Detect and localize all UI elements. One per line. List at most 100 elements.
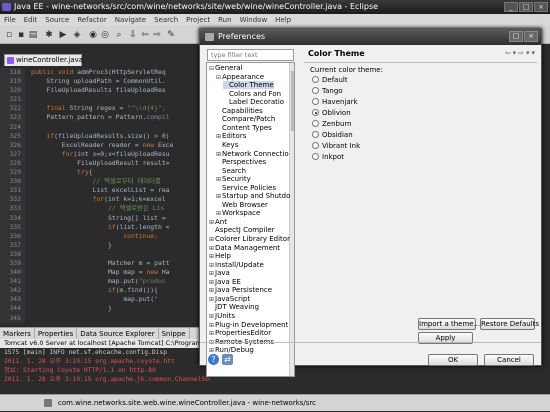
tree-item[interactable]: ⊞Java Persistence [209, 286, 272, 294]
tree-scrollbar[interactable] [289, 63, 294, 376]
code-line[interactable]: 323 Pattern pattern = Pattern.compil [0, 113, 210, 123]
code-line[interactable]: 327 for(int x=0;x<fileUploadResu [0, 149, 210, 159]
code-line[interactable]: 329 try{ [0, 168, 210, 178]
pin-icon[interactable]: ✎ [166, 30, 176, 40]
forward-icon[interactable]: ⇨ [152, 30, 162, 40]
code-editor[interactable]: 318 public void admProc3(HttpServletReq 31… [0, 68, 210, 327]
code-line[interactable]: 344 } [0, 304, 210, 314]
dialog-maximize-button[interactable]: □ [509, 31, 523, 42]
menu-help[interactable]: Help [271, 14, 295, 26]
code-line[interactable]: 326 ExcelReader reader = new Exce [0, 140, 210, 150]
code-line[interactable]: 318 public void admProc3(HttpServletReq [0, 68, 210, 78]
tree-item[interactable]: ⊞Help [209, 252, 231, 260]
minimize-button[interactable]: _ [504, 2, 518, 12]
tree-item[interactable]: Keys [216, 141, 238, 149]
theme-radio[interactable]: Havenjark [312, 98, 358, 107]
tree-item[interactable]: ⊞Workspace [216, 209, 260, 217]
menu-edit[interactable]: Edit [20, 14, 42, 26]
tree-item[interactable]: ⊞Install/Update [209, 261, 264, 269]
tree-item[interactable]: ⊞Data Management [209, 244, 280, 252]
tree-item[interactable]: ⊞Editors [216, 132, 246, 140]
code-line[interactable]: 325 if(fileUploadResults.size() > 0) [0, 131, 210, 141]
tree-item[interactable]: ⊞Startup and Shutdo [216, 192, 290, 200]
tree-item[interactable]: Label Decoratio [223, 98, 284, 106]
code-line[interactable]: 321 [0, 95, 210, 105]
code-line[interactable]: 342 if(m.find()){ [0, 286, 210, 296]
code-line[interactable]: 343 map.put(" [0, 295, 210, 305]
code-line[interactable]: 320 FileUploadResults fileUploadRes [0, 86, 210, 96]
next-annotation-icon[interactable]: ⇩ [128, 30, 138, 40]
view-menu-icon[interactable]: ▾ [531, 49, 535, 57]
tree-item[interactable]: ⊞PropertiesEditor [209, 329, 271, 337]
editor-tab[interactable]: wineController.java [4, 54, 83, 66]
code-line[interactable]: 335 if(list.length < [0, 222, 210, 232]
scrollbar-thumb[interactable] [291, 71, 294, 131]
tree-item[interactable]: Content Types [216, 124, 272, 132]
radio-button-icon[interactable] [312, 142, 319, 149]
radio-button-icon[interactable] [312, 98, 319, 105]
import-theme-button[interactable]: Import a theme... [418, 318, 480, 330]
tab-markers[interactable]: Markers [0, 328, 35, 339]
menu-project[interactable]: Project [182, 14, 214, 26]
back-arrow-icon[interactable]: ⇦ [505, 49, 511, 57]
menu-search[interactable]: Search [150, 14, 182, 26]
tree-item[interactable]: JDT Weaving [209, 303, 259, 311]
theme-radio[interactable]: Vibrant Ink [312, 142, 360, 151]
console-output[interactable]: 1575 [main] INFO net.sf.ehcache.config.D… [0, 348, 210, 394]
import-export-icon[interactable]: ⇄ [222, 354, 233, 365]
radio-button-icon[interactable] [312, 131, 319, 138]
cancel-button[interactable]: Cancel [484, 354, 534, 366]
tree-item[interactable]: Colors and Fon [223, 90, 281, 98]
code-line[interactable]: 340 Map map = new Ha [0, 268, 210, 278]
code-line[interactable]: 324 [0, 122, 210, 132]
tree-item[interactable]: ⊞Java [209, 269, 230, 277]
new-class-icon[interactable]: ◉ [88, 30, 98, 40]
radio-button-icon[interactable] [312, 76, 319, 83]
code-line[interactable]: 341 map.put("produc [0, 277, 210, 287]
forward-menu-icon[interactable]: ▾ [526, 49, 530, 57]
code-line[interactable]: 336 continue; [0, 231, 210, 241]
tree-item[interactable]: Service Policies [216, 184, 276, 192]
tree-item[interactable]: Perspectives [216, 158, 266, 166]
theme-radio[interactable]: Oblivion [312, 109, 351, 118]
dialog-close-button[interactable]: × [524, 31, 538, 42]
save-icon[interactable]: ▪ [16, 30, 26, 40]
theme-radio[interactable]: Inkpot [312, 153, 344, 162]
external-tools-icon[interactable]: ◈ [72, 30, 82, 40]
theme-radio[interactable]: Tango [312, 87, 343, 96]
tree-item[interactable]: Compare/Patch [216, 115, 275, 123]
print-icon[interactable]: ▤ [28, 30, 38, 40]
debug-icon[interactable]: ✱ [44, 30, 54, 40]
tree-item[interactable]: ⊞Plug-in Development [209, 321, 288, 329]
tree-item[interactable]: ⊞JUnits [209, 312, 235, 320]
code-line[interactable]: 331 List excelList = rea [0, 186, 210, 196]
tree-item[interactable]: ⊟Appearance [216, 73, 264, 81]
menu-navigate[interactable]: Navigate [111, 14, 150, 26]
theme-radio[interactable]: Default [312, 76, 348, 85]
tree-item[interactable]: ⊞Network Connectio [216, 150, 289, 158]
code-line[interactable]: 330 // 엑셀로부터 데이터를 [0, 177, 210, 187]
code-line[interactable]: 322 final String regex = "^\\d{4}"; [0, 104, 210, 114]
open-type-icon[interactable]: ◎ [100, 30, 110, 40]
code-line[interactable]: 328 FileUploadResult result= [0, 158, 210, 169]
tree-item[interactable]: ⊞Java EE [209, 278, 241, 286]
search-icon[interactable]: ⌕ [114, 30, 124, 40]
code-line[interactable]: 339 Matcher m = patt [0, 258, 210, 269]
tree-item[interactable]: AspectJ Compiler [209, 226, 275, 234]
radio-button-icon[interactable] [312, 87, 319, 94]
menu-refactor[interactable]: Refactor [73, 14, 110, 26]
tree-item[interactable]: Capabilities [216, 107, 263, 115]
menu-file[interactable]: File [0, 14, 20, 26]
tab-properties[interactable]: Properties [35, 328, 78, 339]
tree-item[interactable]: ⊞Run/Debug [209, 346, 254, 354]
radio-button-icon[interactable] [312, 153, 319, 160]
tab-data-source-explorer[interactable]: Data Source Explorer [77, 328, 159, 339]
code-line[interactable]: 334 String[] list = [0, 213, 210, 223]
tree-item[interactable]: ⊞JavaScript [209, 295, 250, 303]
tree-item[interactable]: Search [216, 167, 246, 175]
theme-radio[interactable]: Obsidian [312, 131, 353, 140]
code-line[interactable]: 337 } [0, 240, 210, 250]
new-icon[interactable]: ▫ [4, 30, 14, 40]
help-icon[interactable]: ? [208, 354, 219, 365]
back-icon[interactable]: ⇦ [140, 30, 150, 40]
